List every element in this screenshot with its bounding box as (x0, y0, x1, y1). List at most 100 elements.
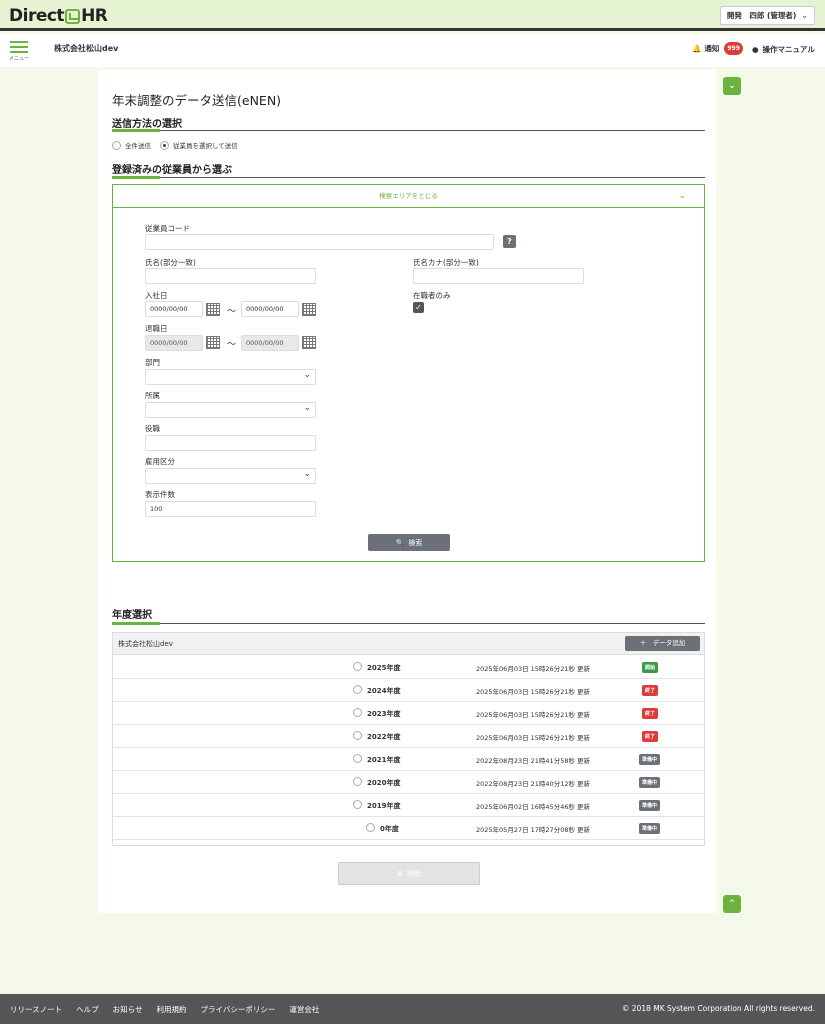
chevron-up-icon: ⌃ (728, 899, 736, 909)
year-radio[interactable] (353, 754, 362, 763)
calendar-icon[interactable] (206, 336, 220, 349)
divider (112, 623, 705, 624)
manual-link[interactable]: ● 操作マニュアル (752, 44, 815, 55)
footer-link[interactable]: ヘルプ (76, 1004, 99, 1015)
updated-at: 2022年08月23日 21時40分12秒 更新 (476, 780, 591, 788)
heading-accent (112, 176, 160, 179)
logo-text-hr: HR (81, 6, 108, 26)
directhr-logo[interactable]: Direct HR (9, 6, 108, 26)
calendar-icon[interactable] (302, 336, 316, 349)
search-button-label: 検索 (408, 538, 423, 547)
start-icon: ⊞ (397, 869, 403, 878)
notification-link[interactable]: 🔔 通知 999 (692, 42, 743, 55)
search-area-toggle[interactable]: 検索エリアをとじる ⌄ (113, 185, 704, 208)
manual-label: 操作マニュアル (762, 45, 815, 54)
footer: リリースノート ヘルプ お知らせ 利用規約 プライバシーポリシー 運営会社 © 2018 … (0, 994, 825, 1024)
status-badge: 終了 (642, 685, 659, 696)
logo-mark-icon (65, 8, 81, 24)
year-row[interactable]: 2021年度 2022年08月23日 21時41分58秒 更新 準備中 (113, 748, 704, 771)
year-radio[interactable] (353, 685, 362, 694)
display-count-label: 表示件数 (145, 490, 175, 499)
user-label: 開発 四郎 (管理者) (726, 11, 797, 20)
employment-type-label: 雇用区分 (145, 457, 175, 466)
year-radio[interactable] (353, 777, 362, 786)
display-count-input[interactable]: 100 (145, 501, 316, 517)
copyright: © 2018 MK System Corporation All rights … (621, 1004, 815, 1013)
year-table-header: 株式会社松山dev ＋ データ追加 (113, 633, 704, 655)
kana-input[interactable] (413, 268, 584, 284)
scroll-up-button[interactable]: ⌃ (723, 895, 741, 913)
active-only-label: 在職者のみ (413, 291, 451, 300)
footer-link[interactable]: 運営会社 (289, 1004, 319, 1015)
calendar-icon[interactable] (206, 303, 220, 316)
affiliation-select[interactable] (145, 401, 316, 418)
year-label: 2025年度 (367, 664, 401, 672)
active-only-checkbox[interactable]: ✓ (413, 302, 424, 313)
position-input[interactable] (145, 435, 316, 451)
year-radio[interactable] (353, 662, 362, 671)
search-button[interactable]: 🔍 検索 (368, 534, 450, 551)
notification-count-badge: 999 (724, 42, 743, 55)
radio-label-send-all: 全件送信 (125, 142, 151, 150)
calendar-icon[interactable] (302, 303, 316, 316)
lightbulb-icon: ● (752, 45, 759, 54)
year-table: 株式会社松山dev ＋ データ追加 2025年度 2025年06月03日 15時2… (112, 632, 705, 846)
year-label: 2021年度 (367, 756, 401, 764)
range-separator: ～ (227, 307, 237, 317)
footer-links: リリースノート ヘルプ お知らせ 利用規約 プライバシーポリシー 運営会社 (10, 1004, 319, 1015)
year-label: 2019年度 (367, 802, 401, 810)
status-badge: 終了 (642, 708, 659, 719)
radio-send-selected[interactable] (160, 140, 169, 150)
year-selection-heading: 年度選択 (112, 610, 152, 621)
name-input[interactable] (145, 268, 316, 284)
year-row[interactable]: 2022年度 2025年06月03日 15時26分21秒 更新 終了 (113, 725, 704, 748)
page-title: 年末調整のデータ送信(eNEN) (112, 93, 282, 108)
heading-accent (112, 622, 160, 625)
year-radio[interactable] (353, 800, 362, 809)
employee-code-input[interactable] (145, 234, 494, 250)
year-row[interactable]: 2025年度 2025年06月03日 15時26分21秒 更新 開始 (113, 656, 704, 679)
top-bar: Direct HR 開発 四郎 (管理者) ⌄ (0, 0, 825, 31)
affiliation-label: 所属 (145, 391, 160, 400)
year-row[interactable]: 2023年度 2025年06月03日 15時26分21秒 更新 終了 (113, 702, 704, 725)
year-label: 2024年度 (367, 687, 401, 695)
year-row[interactable]: 2019年度 2025年06月02日 16時45分46秒 更新 準備中 (113, 794, 704, 817)
start-button[interactable]: ⊞ 開始 (338, 862, 480, 885)
scroll-down-button[interactable]: ⌄ (723, 77, 741, 95)
bell-icon: 🔔 (692, 44, 702, 53)
hire-date-from-input[interactable]: 0000/00/00 (145, 301, 203, 317)
footer-link[interactable]: プライバシーポリシー (200, 1004, 275, 1015)
send-method-options: 全件送信 従業員を選択して送信 (112, 140, 238, 150)
hire-date-to-input[interactable]: 0000/00/00 (241, 301, 299, 317)
search-icon: 🔍 (395, 538, 405, 547)
year-radio[interactable] (366, 823, 375, 832)
search-toggle-label: 検索エリアをとじる (379, 192, 438, 200)
user-menu[interactable]: 開発 四郎 (管理者) ⌄ (719, 6, 815, 25)
year-row[interactable]: 2024年度 2025年06月03日 15時26分21秒 更新 終了 (113, 679, 704, 702)
footer-link[interactable]: リリースノート (10, 1004, 62, 1015)
chevron-down-icon: ⌄ (678, 191, 686, 201)
year-radio[interactable] (353, 731, 362, 740)
retire-date-from-input[interactable]: 0000/00/00 (145, 335, 203, 351)
position-label: 役職 (145, 424, 160, 433)
menu-button[interactable]: メニュー (9, 38, 29, 62)
radio-send-all[interactable] (112, 140, 121, 150)
status-badge: 準備中 (639, 777, 661, 788)
employment-type-select[interactable] (145, 467, 316, 484)
menu-label: メニュー (9, 56, 30, 62)
company-name: 株式会社松山dev (54, 44, 119, 53)
year-row[interactable]: 0年度 2025年05月27日 17時27分08秒 更新 準備中 (113, 817, 704, 840)
add-data-button[interactable]: ＋ データ追加 (625, 636, 700, 651)
department-select[interactable] (145, 368, 316, 385)
retire-date-to-input[interactable]: 0000/00/00 (241, 335, 299, 351)
help-button[interactable]: ? (503, 235, 516, 248)
footer-link[interactable]: お知らせ (113, 1004, 143, 1015)
year-row[interactable]: 2020年度 2022年08月23日 21時40分12秒 更新 準備中 (113, 771, 704, 794)
kana-label: 氏名カナ(部分一致) (413, 258, 479, 267)
updated-at: 2025年06月02日 16時45分46秒 更新 (476, 803, 591, 811)
heading-accent (112, 129, 160, 132)
updated-at: 2025年06月03日 15時26分21秒 更新 (476, 688, 591, 696)
footer-link[interactable]: 利用規約 (156, 1004, 186, 1015)
year-radio[interactable] (353, 708, 362, 717)
updated-at: 2025年06月03日 15時26分21秒 更新 (476, 734, 591, 742)
